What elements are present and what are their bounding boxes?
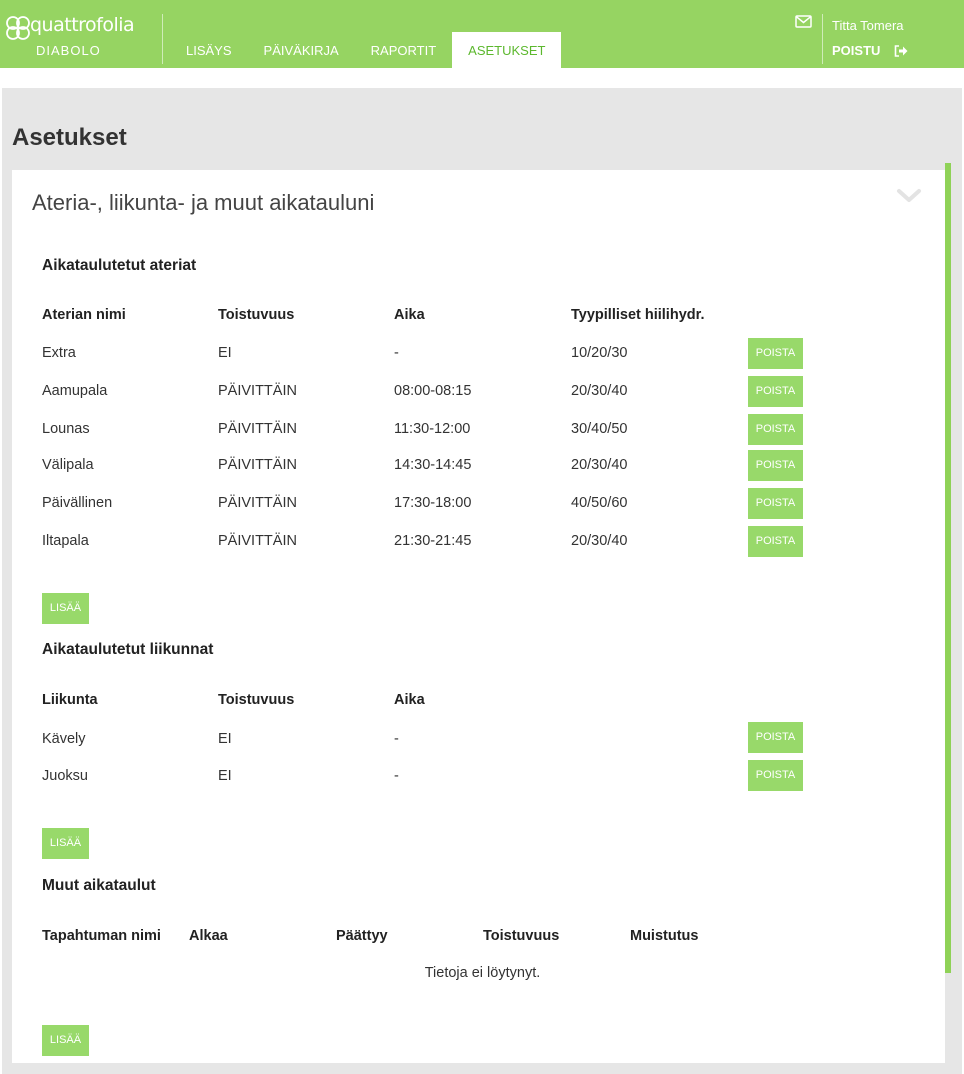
other-section-title: Muut aikataulut xyxy=(42,877,156,894)
delete-meal-button[interactable]: POISTA xyxy=(748,488,803,519)
meal-time: - xyxy=(394,345,399,361)
meal-carbs: 20/30/40 xyxy=(571,533,628,549)
panel-title: Ateria-, liikunta- ja muut aikatauluni xyxy=(32,190,375,215)
add-exercise-button[interactable]: LISÄÄ xyxy=(42,828,89,859)
exercise-name: Juoksu xyxy=(42,768,88,784)
no-data-message: Tietoja ei löytynyt. xyxy=(424,965,541,981)
meal-time: 11:30-12:00 xyxy=(394,421,471,437)
meal-frequency: EI xyxy=(218,345,232,361)
meal-name: Välipala xyxy=(42,457,94,473)
meal-frequency: PÄIVITTÄIN xyxy=(218,495,297,511)
chevron-down-icon[interactable] xyxy=(896,188,922,204)
exercise-time: - xyxy=(394,731,399,747)
meal-carbs: 20/30/40 xyxy=(571,457,628,473)
panel-accent-bar xyxy=(945,163,951,973)
meal-name: Lounas xyxy=(42,421,90,437)
meal-name: Aamupala xyxy=(42,383,108,399)
mail-icon[interactable] xyxy=(795,15,812,28)
meal-frequency: PÄIVITTÄIN xyxy=(218,383,297,399)
other-header-reminder: Muistutus xyxy=(630,928,699,944)
meal-name: Iltapala xyxy=(42,533,89,549)
meal-time: 08:00-08:15 xyxy=(394,383,472,399)
meal-time: 14:30-14:45 xyxy=(394,457,472,473)
nav-tab-asetukset[interactable]: ASETUKSET xyxy=(452,32,562,68)
page-title: Asetukset xyxy=(12,124,127,151)
logout-label: POISTU xyxy=(832,43,881,58)
meals-header-carbs: Tyypilliset hiilihydr. xyxy=(571,307,705,323)
exercise-frequency: EI xyxy=(218,731,232,747)
meals-section-title: Aikataulutetut ateriat xyxy=(42,257,197,274)
delete-meal-button[interactable]: POISTA xyxy=(748,414,803,445)
other-header-start: Alkaa xyxy=(189,928,228,944)
other-header-end: Päättyy xyxy=(336,928,388,944)
exercise-time: - xyxy=(394,768,399,784)
nav-tab-paivakirja[interactable]: PÄIVÄKIRJA xyxy=(248,32,355,68)
delete-exercise-button[interactable]: POISTA xyxy=(748,722,803,753)
exercises-section-title: Aikataulutetut liikunnat xyxy=(42,641,214,658)
add-meal-button[interactable]: LISÄÄ xyxy=(42,593,89,624)
meal-carbs: 10/20/30 xyxy=(571,345,628,361)
top-navigation-bar: quattrofolia DIABOLO LISÄYS PÄIVÄKIRJA R… xyxy=(0,0,964,68)
delete-meal-button[interactable]: POISTA xyxy=(748,450,803,481)
meal-frequency: PÄIVITTÄIN xyxy=(218,421,297,437)
nav-tab-raportit[interactable]: RAPORTIT xyxy=(355,32,453,68)
meal-name: Päivällinen xyxy=(42,495,113,511)
user-name: Titta Tomera xyxy=(832,18,904,33)
delete-meal-button[interactable]: POISTA xyxy=(748,338,803,369)
delete-meal-button[interactable]: POISTA xyxy=(748,376,803,407)
sign-out-icon xyxy=(895,44,908,57)
delete-exercise-button[interactable]: POISTA xyxy=(748,760,803,791)
meal-carbs: 30/40/50 xyxy=(571,421,628,437)
exercises-header-name: Liikunta xyxy=(42,692,98,708)
other-header-frequency: Toistuvuus xyxy=(483,928,560,944)
exercises-header-time: Aika xyxy=(394,692,425,708)
meals-header-name: Aterian nimi xyxy=(42,307,126,323)
add-other-button[interactable]: LISÄÄ xyxy=(42,1025,89,1056)
exercises-header-frequency: Toistuvuus xyxy=(218,692,295,708)
meal-frequency: PÄIVITTÄIN xyxy=(218,533,297,549)
meal-carbs: 40/50/60 xyxy=(571,495,628,511)
meal-name: Extra xyxy=(42,345,76,361)
meal-time: 21:30-21:45 xyxy=(394,533,472,549)
main-nav: LISÄYS PÄIVÄKIRJA RAPORTIT ASETUKSET xyxy=(170,32,562,68)
nav-tab-lisays[interactable]: LISÄYS xyxy=(170,32,248,68)
logout-button[interactable]: POISTU xyxy=(832,43,908,58)
meals-header-frequency: Toistuvuus xyxy=(218,307,295,323)
meals-header-time: Aika xyxy=(394,307,425,323)
header-divider xyxy=(162,14,163,64)
schedules-panel: Ateria-, liikunta- ja muut aikatauluni A… xyxy=(12,170,945,1063)
other-header-event-name: Tapahtuman nimi xyxy=(42,928,161,944)
exercise-name: Kävely xyxy=(42,731,86,747)
logo-subtitle: DIABOLO xyxy=(36,43,101,58)
meal-frequency: PÄIVITTÄIN xyxy=(218,457,297,473)
exercise-frequency: EI xyxy=(218,768,232,784)
meal-carbs: 20/30/40 xyxy=(571,383,628,399)
delete-meal-button[interactable]: POISTA xyxy=(748,526,803,557)
logo-wordmark: quattrofolia xyxy=(30,14,135,36)
clover-logo-icon xyxy=(6,16,30,40)
meal-time: 17:30-18:00 xyxy=(394,495,472,511)
header-divider-right xyxy=(822,14,823,64)
